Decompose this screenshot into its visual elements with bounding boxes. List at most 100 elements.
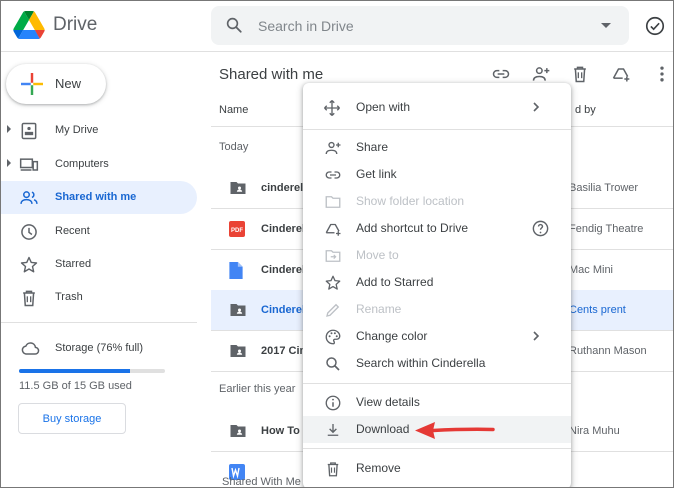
buy-storage-label: Buy storage [42, 413, 102, 425]
sidebar-item-label: Shared with me [55, 191, 137, 203]
app-name: Drive [53, 14, 98, 35]
search-icon[interactable] [225, 16, 243, 34]
sidebar-item-trash[interactable]: Trash [1, 281, 197, 314]
menu-item-rename[interactable]: Rename [303, 296, 571, 323]
plus-icon [21, 73, 43, 95]
storage-progress-fill [19, 369, 130, 373]
menu-divider [303, 448, 571, 449]
menu-divider [303, 129, 571, 130]
menu-item-remove[interactable]: Remove [303, 455, 571, 482]
sidebar: New My Drive Computers Shared with me Re… [1, 52, 211, 487]
menu-item-label: Remove [356, 461, 401, 475]
page-title[interactable]: Shared with me [219, 66, 323, 83]
pdf-icon: PDF [229, 221, 245, 237]
trash-icon [327, 462, 339, 477]
chevron-right-icon [533, 331, 540, 341]
menu-item-label: Add to Starred [356, 275, 434, 289]
drive-logo-icon[interactable] [13, 11, 45, 39]
sidebar-item-label: Computers [55, 158, 109, 170]
menu-divider [303, 383, 571, 384]
shared-with-me-icon [20, 191, 38, 204]
folder-icon [325, 196, 341, 208]
new-button-label: New [55, 76, 82, 91]
search-options-icon[interactable] [601, 23, 611, 28]
storage-progress-bar [19, 369, 165, 373]
menu-item-add-shortcut[interactable]: Add shortcut to Drive [303, 215, 571, 242]
file-owner: Mac Mini [569, 264, 614, 276]
recent-icon [21, 224, 37, 240]
search-bar[interactable]: Search in Drive [211, 6, 629, 45]
pdf-badge: PDF [231, 228, 243, 234]
menu-item-view-details[interactable]: View details [303, 389, 571, 416]
menu-item-label: Open with [356, 100, 411, 114]
sidebar-item-recent[interactable]: Recent [1, 215, 197, 248]
google-doc-icon [229, 262, 243, 279]
cloud-icon [21, 342, 40, 355]
add-shortcut-icon [325, 223, 341, 236]
file-owner: Basilia Trower [569, 182, 639, 194]
file-name: 2017 Cin [261, 345, 307, 357]
my-drive-icon [21, 122, 37, 140]
menu-item-label: Download [356, 422, 410, 436]
palette-icon [325, 329, 341, 345]
info-icon [325, 395, 341, 411]
menu-item-change-color[interactable]: Change color [303, 323, 571, 350]
star-icon [325, 275, 341, 290]
menu-item-share[interactable]: Share [303, 134, 571, 161]
link-icon [325, 171, 341, 179]
footer-label: Shared With Me [222, 476, 301, 488]
move-to-icon [325, 250, 341, 262]
sidebar-item-starred[interactable]: Starred [1, 248, 197, 281]
file-owner: Cents prent [569, 304, 626, 316]
expand-arrow-icon[interactable] [7, 159, 11, 167]
column-shared-by[interactable]: d by [575, 104, 596, 116]
search-input[interactable]: Search in Drive [258, 18, 354, 34]
section-header: Today [219, 141, 249, 153]
menu-item-label: Share [356, 140, 389, 154]
buy-storage-button[interactable]: Buy storage [18, 403, 126, 434]
shared-folder-icon [230, 304, 246, 316]
menu-item-label: View details [356, 395, 420, 409]
new-button[interactable]: New [6, 64, 106, 104]
file-name: Cinderell [261, 223, 309, 235]
section-header: Earlier this year [219, 383, 296, 395]
trash-icon[interactable] [570, 64, 590, 84]
menu-item-label: Rename [356, 302, 402, 316]
menu-item-get-link[interactable]: Get link [303, 161, 571, 188]
menu-item-move-to[interactable]: Move to [303, 242, 571, 269]
file-name: Cinderell [261, 264, 309, 276]
search-icon [326, 357, 340, 371]
download-icon [327, 424, 339, 436]
menu-item-add-to-starred[interactable]: Add to Starred [303, 269, 571, 296]
shared-folder-icon [230, 182, 246, 194]
rename-icon [326, 303, 340, 317]
column-name[interactable]: Name [219, 104, 248, 116]
menu-item-search-within[interactable]: Search within Cinderella [303, 350, 571, 377]
menu-item-label: Get link [356, 167, 397, 181]
more-options-icon[interactable] [655, 64, 669, 84]
shared-folder-icon [230, 345, 246, 357]
offline-ready-icon[interactable] [644, 15, 666, 37]
sidebar-item-computers[interactable]: Computers [1, 148, 197, 181]
menu-item-show-folder-location[interactable]: Show folder location [303, 188, 571, 215]
sidebar-item-my-drive[interactable]: My Drive [1, 114, 197, 147]
share-icon[interactable] [530, 64, 552, 84]
annotation-arrow-icon [415, 422, 495, 439]
menu-item-label: Add shortcut to Drive [356, 221, 469, 235]
expand-arrow-icon[interactable] [7, 125, 11, 133]
menu-item-label: Search within Cinderella [356, 356, 486, 370]
help-icon[interactable] [531, 219, 550, 238]
top-bar: Drive Search in Drive [1, 1, 673, 52]
menu-item-label: Move to [356, 248, 399, 262]
file-owner: Nira Muhu [569, 425, 620, 437]
sidebar-item-label: Starred [55, 258, 92, 270]
menu-item-open-with[interactable]: Open with [303, 94, 571, 121]
get-link-icon[interactable] [491, 64, 511, 84]
storage-used-text: 11.5 GB of 15 GB used [19, 380, 132, 392]
add-shortcut-icon[interactable] [610, 64, 632, 84]
trash-icon [23, 290, 35, 307]
sidebar-item-label: My Drive [55, 124, 99, 136]
sidebar-item-label: Recent [55, 225, 90, 237]
sidebar-item-shared-with-me[interactable]: Shared with me [1, 181, 197, 214]
menu-item-label: Show folder location [356, 194, 465, 208]
